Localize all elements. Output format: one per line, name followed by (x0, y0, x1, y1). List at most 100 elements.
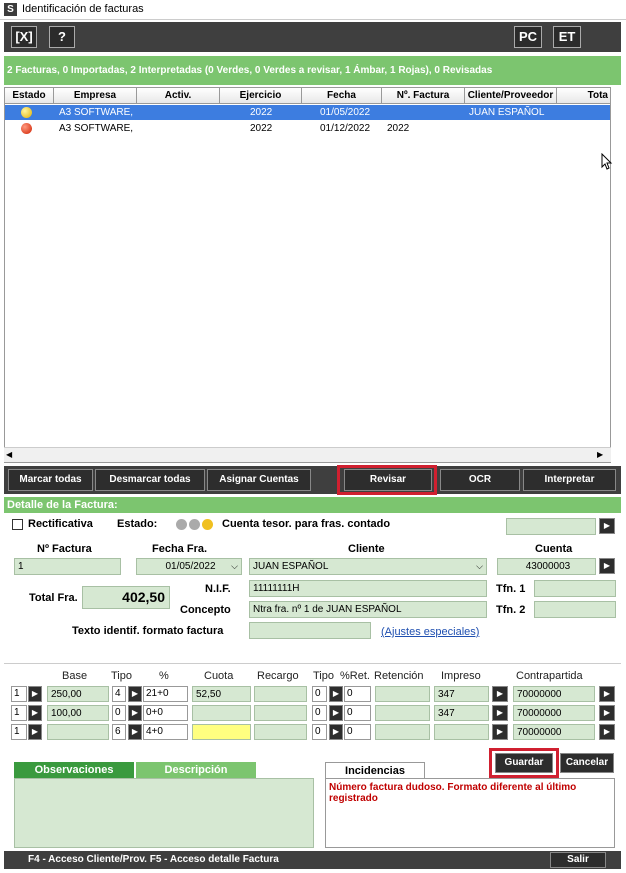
horizontal-scrollbar[interactable]: ◀ ▶ (4, 447, 611, 462)
base-input[interactable] (47, 724, 109, 740)
pct-input[interactable]: 4+0 (143, 724, 188, 740)
recargo-input[interactable] (254, 705, 307, 721)
ret-input[interactable]: 0 (344, 724, 371, 740)
interpretar-button[interactable]: Interpretar (523, 469, 616, 491)
tipo-ret-button[interactable]: ▶ (329, 724, 343, 740)
tipo-button[interactable]: ▶ (128, 705, 142, 721)
tipo-input[interactable]: 0 (112, 705, 126, 721)
table-row[interactable]: A3 SOFTWARE, 2022 01/12/2022 2022 (5, 121, 610, 136)
tipo-ret-button[interactable]: ▶ (329, 686, 343, 702)
contrapartida-button[interactable]: ▶ (599, 705, 615, 721)
col-empresa[interactable]: Empresa (54, 88, 137, 104)
cuenta-button[interactable]: ▶ (599, 558, 615, 574)
cuota-input[interactable] (192, 705, 251, 721)
line-number[interactable]: 1 (11, 686, 27, 702)
tipo-input[interactable]: 6 (112, 724, 126, 740)
base-input[interactable]: 250,00 (47, 686, 109, 702)
chevron-down-icon[interactable]: ⌵ (231, 559, 238, 574)
tfn1-input[interactable] (534, 580, 616, 597)
nif-input[interactable]: 11111111H (249, 580, 487, 597)
scroll-left-icon[interactable]: ◀ (6, 450, 16, 460)
pc-button[interactable]: PC (514, 26, 542, 48)
tipo-button[interactable]: ▶ (128, 724, 142, 740)
contrapartida-input[interactable]: 70000000 (513, 705, 595, 721)
col-estado[interactable]: Estado (5, 88, 54, 104)
salir-button[interactable]: Salir (550, 852, 606, 868)
amber-status-icon (21, 107, 32, 118)
tipo-input[interactable]: 4 (112, 686, 126, 702)
desmarcar-todas-button[interactable]: Desmarcar todas (95, 469, 205, 491)
marcar-todas-button[interactable]: Marcar todas (8, 469, 93, 491)
pct-input[interactable]: 21+0 (143, 686, 188, 702)
impreso-button[interactable]: ▶ (492, 686, 508, 702)
cuenta-tesor-field[interactable] (506, 518, 596, 535)
total-input[interactable]: 402,50 (82, 586, 170, 609)
line-number[interactable]: 1 (11, 705, 27, 721)
tipo-ret-button[interactable]: ▶ (329, 705, 343, 721)
chevron-down-icon[interactable]: ⌵ (476, 559, 483, 574)
cuenta-input[interactable]: 43000003 (497, 558, 596, 575)
col-tipo: Tipo (111, 670, 132, 682)
help-button[interactable]: ? (49, 26, 75, 48)
scroll-right-icon[interactable]: ▶ (597, 450, 607, 460)
cuota-input[interactable]: 52,50 (192, 686, 251, 702)
table-row[interactable]: A3 SOFTWARE, 2022 01/05/2022 JUAN ESPAÑO… (5, 105, 610, 120)
contrapartida-button[interactable]: ▶ (599, 724, 615, 740)
ajustes-especiales-link[interactable]: (Ajustes especiales) (381, 626, 479, 638)
impreso-input[interactable]: 347 (434, 686, 489, 702)
base-input[interactable]: 100,00 (47, 705, 109, 721)
col-total[interactable]: Tota (557, 88, 610, 104)
fecha-input[interactable]: 01/05/2022 ⌵ (136, 558, 242, 575)
concepto-input[interactable]: Ntra fra. nº 1 de JUAN ESPAÑOL (249, 601, 487, 618)
close-button[interactable]: [X] (11, 26, 37, 48)
col-activ[interactable]: Activ. (137, 88, 220, 104)
asignar-cuentas-button[interactable]: Asignar Cuentas (207, 469, 311, 491)
nfactura-input[interactable]: 1 (14, 558, 121, 575)
tfn2-input[interactable] (534, 601, 616, 618)
col-fecha[interactable]: Fecha (302, 88, 382, 104)
cliente-select[interactable]: JUAN ESPAÑOL ⌵ (249, 558, 487, 575)
contrapartida-input[interactable]: 70000000 (513, 724, 595, 740)
recargo-input[interactable] (254, 724, 307, 740)
col-cliente[interactable]: Cliente/Proveedor (465, 88, 557, 104)
line-button[interactable]: ▶ (28, 705, 42, 721)
line-button[interactable]: ▶ (28, 686, 42, 702)
tipo-ret-input[interactable]: 0 (312, 705, 327, 721)
tab-descripcion[interactable]: Descripción (136, 762, 256, 779)
line-number[interactable]: 1 (11, 724, 27, 740)
texto-identif-input[interactable] (249, 622, 371, 639)
ocr-button[interactable]: OCR (440, 469, 520, 491)
impreso-button[interactable]: ▶ (492, 705, 508, 721)
retencion-input[interactable] (375, 705, 430, 721)
retencion-input[interactable] (375, 724, 430, 740)
contrapartida-input[interactable]: 70000000 (513, 686, 595, 702)
col-pct: % (159, 670, 169, 682)
tab-incidencias[interactable]: Incidencias (325, 762, 425, 779)
tipo-button[interactable]: ▶ (128, 686, 142, 702)
ret-input[interactable]: 0 (344, 686, 371, 702)
cuota-input[interactable] (192, 724, 251, 740)
cancelar-button[interactable]: Cancelar (560, 753, 614, 773)
rectificativa-checkbox[interactable] (12, 519, 23, 530)
ret-input[interactable]: 0 (344, 705, 371, 721)
rectificativa-label: Rectificativa (28, 518, 93, 530)
observaciones-textarea[interactable] (14, 778, 314, 848)
retencion-input[interactable] (375, 686, 430, 702)
impreso-button[interactable]: ▶ (492, 724, 508, 740)
contrapartida-button[interactable]: ▶ (599, 686, 615, 702)
tipo-ret-input[interactable]: 0 (312, 724, 327, 740)
cuenta-tesor-button[interactable]: ▶ (599, 518, 615, 534)
action-button-row: Marcar todas Desmarcar todas Asignar Cue… (4, 465, 621, 495)
line-button[interactable]: ▶ (28, 724, 42, 740)
col-ejercicio[interactable]: Ejercicio (220, 88, 302, 104)
cell-empresa: A3 SOFTWARE, (59, 123, 134, 134)
impreso-input[interactable]: 347 (434, 705, 489, 721)
et-button[interactable]: ET (553, 26, 581, 48)
pct-input[interactable]: 0+0 (143, 705, 188, 721)
tab-observaciones[interactable]: Observaciones (14, 762, 134, 779)
recargo-input[interactable] (254, 686, 307, 702)
impreso-input[interactable] (434, 724, 489, 740)
cell-ejercicio: 2022 (250, 107, 273, 118)
col-nfactura[interactable]: Nº. Factura (382, 88, 465, 104)
tipo-ret-input[interactable]: 0 (312, 686, 327, 702)
